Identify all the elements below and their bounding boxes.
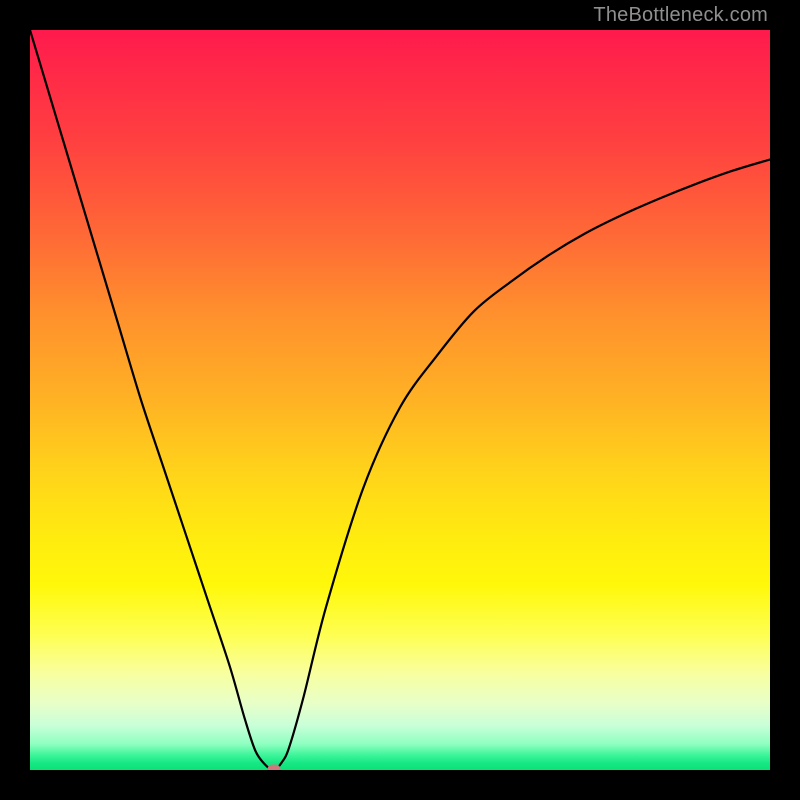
plot-area: [30, 30, 770, 770]
bottleneck-curve: [30, 30, 770, 770]
watermark-text: TheBottleneck.com: [593, 4, 768, 27]
chart-frame: TheBottleneck.com: [0, 0, 800, 800]
optimal-point-marker: [268, 764, 281, 770]
